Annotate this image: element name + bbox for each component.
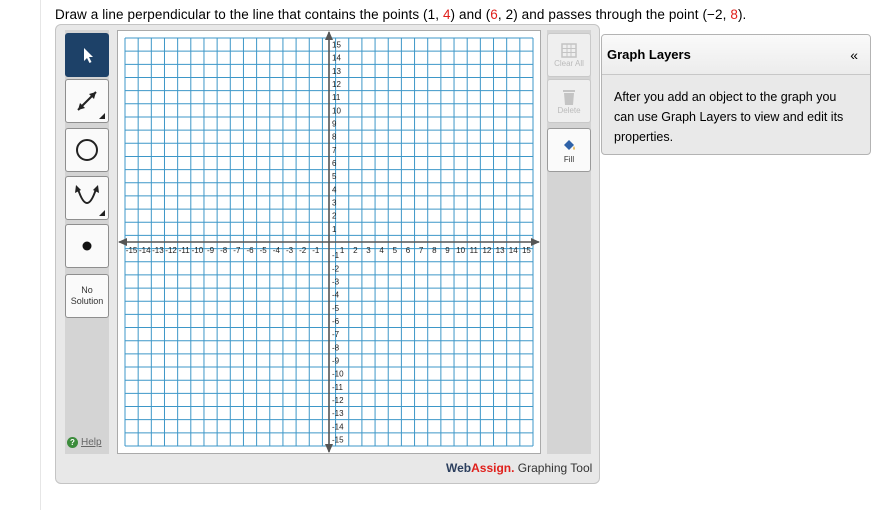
y-tick-label: 7 — [332, 146, 337, 155]
x-tick-label: -8 — [220, 246, 228, 255]
collapse-icon[interactable]: « — [850, 47, 858, 63]
y-tick-label: 13 — [332, 67, 341, 76]
y-tick-label: 11 — [332, 93, 341, 102]
y-tick-label: -8 — [332, 343, 340, 352]
y-tick-label: -2 — [332, 264, 340, 273]
x-tick-label: -10 — [192, 246, 204, 255]
y-tick-label: 9 — [332, 120, 337, 129]
x-tick-label: 2 — [353, 246, 358, 255]
y-tick-label: 14 — [332, 54, 341, 63]
y-tick-label: 3 — [332, 199, 337, 208]
x-tick-label: -5 — [260, 246, 268, 255]
x-tick-label: -7 — [233, 246, 241, 255]
x-tick-label: 7 — [419, 246, 424, 255]
point-tool-button[interactable] — [65, 224, 109, 268]
x-tick-label: 5 — [393, 246, 398, 255]
left-divider — [40, 0, 41, 510]
graph-layers-header: Graph Layers « — [602, 35, 870, 75]
x-tick-label: -4 — [273, 246, 281, 255]
x-tick-label: 15 — [522, 246, 531, 255]
clear-all-button[interactable]: Clear All — [547, 33, 591, 77]
y-tick-label: -3 — [332, 277, 340, 286]
x-tick-label: -13 — [152, 246, 164, 255]
question-text: Draw a line perpendicular to the line th… — [55, 7, 747, 22]
point-dot-icon — [82, 241, 92, 251]
x-tick-label: 13 — [496, 246, 505, 255]
parabola-tool-button[interactable] — [65, 176, 109, 220]
pointer-arrow-icon — [84, 48, 93, 63]
x-tick-label: 8 — [432, 246, 437, 255]
x-tick-label: -11 — [179, 246, 191, 255]
x-tick-label: 1 — [340, 246, 345, 255]
line-tool-button[interactable] — [65, 79, 109, 123]
x-tick-label: 3 — [366, 246, 371, 255]
y-tick-label: 10 — [332, 106, 341, 115]
y-tick-label: -12 — [332, 396, 344, 405]
x-tick-label: -2 — [299, 246, 307, 255]
trash-icon — [563, 89, 575, 105]
x-tick-label: -14 — [139, 246, 151, 255]
x-tick-label: 6 — [406, 246, 411, 255]
paint-bucket-icon — [564, 139, 575, 150]
x-tick-label: -1 — [312, 246, 320, 255]
x-tick-label: -15 — [126, 246, 138, 255]
y-tick-label: -11 — [332, 383, 344, 392]
x-tick-label: -9 — [207, 246, 215, 255]
help-icon: ? — [67, 437, 78, 448]
x-tick-label: 14 — [509, 246, 518, 255]
no-solution-button[interactable]: No Solution — [65, 274, 109, 318]
y-tick-label: -6 — [332, 317, 340, 326]
y-tick-label: -10 — [332, 370, 344, 379]
x-tick-label: 12 — [482, 246, 491, 255]
y-tick-label: 2 — [332, 212, 337, 221]
pointer-tool-button[interactable] — [65, 33, 109, 77]
x-tick-label: 4 — [379, 246, 384, 255]
x-tick-label: 9 — [445, 246, 450, 255]
y-tick-label: -7 — [332, 330, 340, 339]
circle-tool-button[interactable] — [65, 128, 109, 172]
delete-button[interactable]: Delete — [547, 79, 591, 123]
y-tick-label: 1 — [332, 225, 337, 234]
fill-button[interactable]: Fill — [547, 128, 591, 172]
y-tick-label: -13 — [332, 409, 344, 418]
coordinate-graph[interactable]: -15 -14 -13 -12 -11 -10 -9 -8 -7 -6 -5 -4 -3 -2 -1 1 2 3 4… — [117, 30, 541, 454]
x-tick-label: 10 — [456, 246, 465, 255]
y-tick-label: -4 — [332, 291, 340, 300]
graph-layers-panel: Graph Layers « After you add an object t… — [601, 34, 871, 155]
circle-icon — [76, 139, 98, 161]
y-tick-label: -5 — [332, 304, 340, 313]
y-tick-label: 4 — [332, 185, 337, 194]
y-tick-label: -15 — [332, 435, 344, 444]
y-tick-label: 5 — [332, 172, 337, 181]
graph-layers-help-text: After you add an object to the graph you… — [614, 90, 844, 144]
graph-layers-title: Graph Layers — [607, 47, 691, 62]
y-tick-label: -1 — [332, 251, 340, 260]
y-tick-label: 6 — [332, 159, 337, 168]
x-tick-label: -3 — [286, 246, 294, 255]
y-tick-label: -9 — [332, 356, 340, 365]
x-tick-label: 11 — [470, 246, 479, 255]
help-link[interactable]: ? Help — [67, 437, 102, 448]
x-tick-label: -6 — [246, 246, 254, 255]
y-tick-label: 15 — [332, 41, 341, 50]
y-tick-label: 8 — [332, 133, 337, 142]
y-tick-label: -14 — [332, 422, 344, 431]
webassign-brand: WebAssign. Graphing Tool — [446, 461, 593, 475]
y-tick-label: 12 — [332, 80, 341, 89]
clear-grid-icon — [561, 42, 577, 58]
x-tick-label: -12 — [165, 246, 177, 255]
